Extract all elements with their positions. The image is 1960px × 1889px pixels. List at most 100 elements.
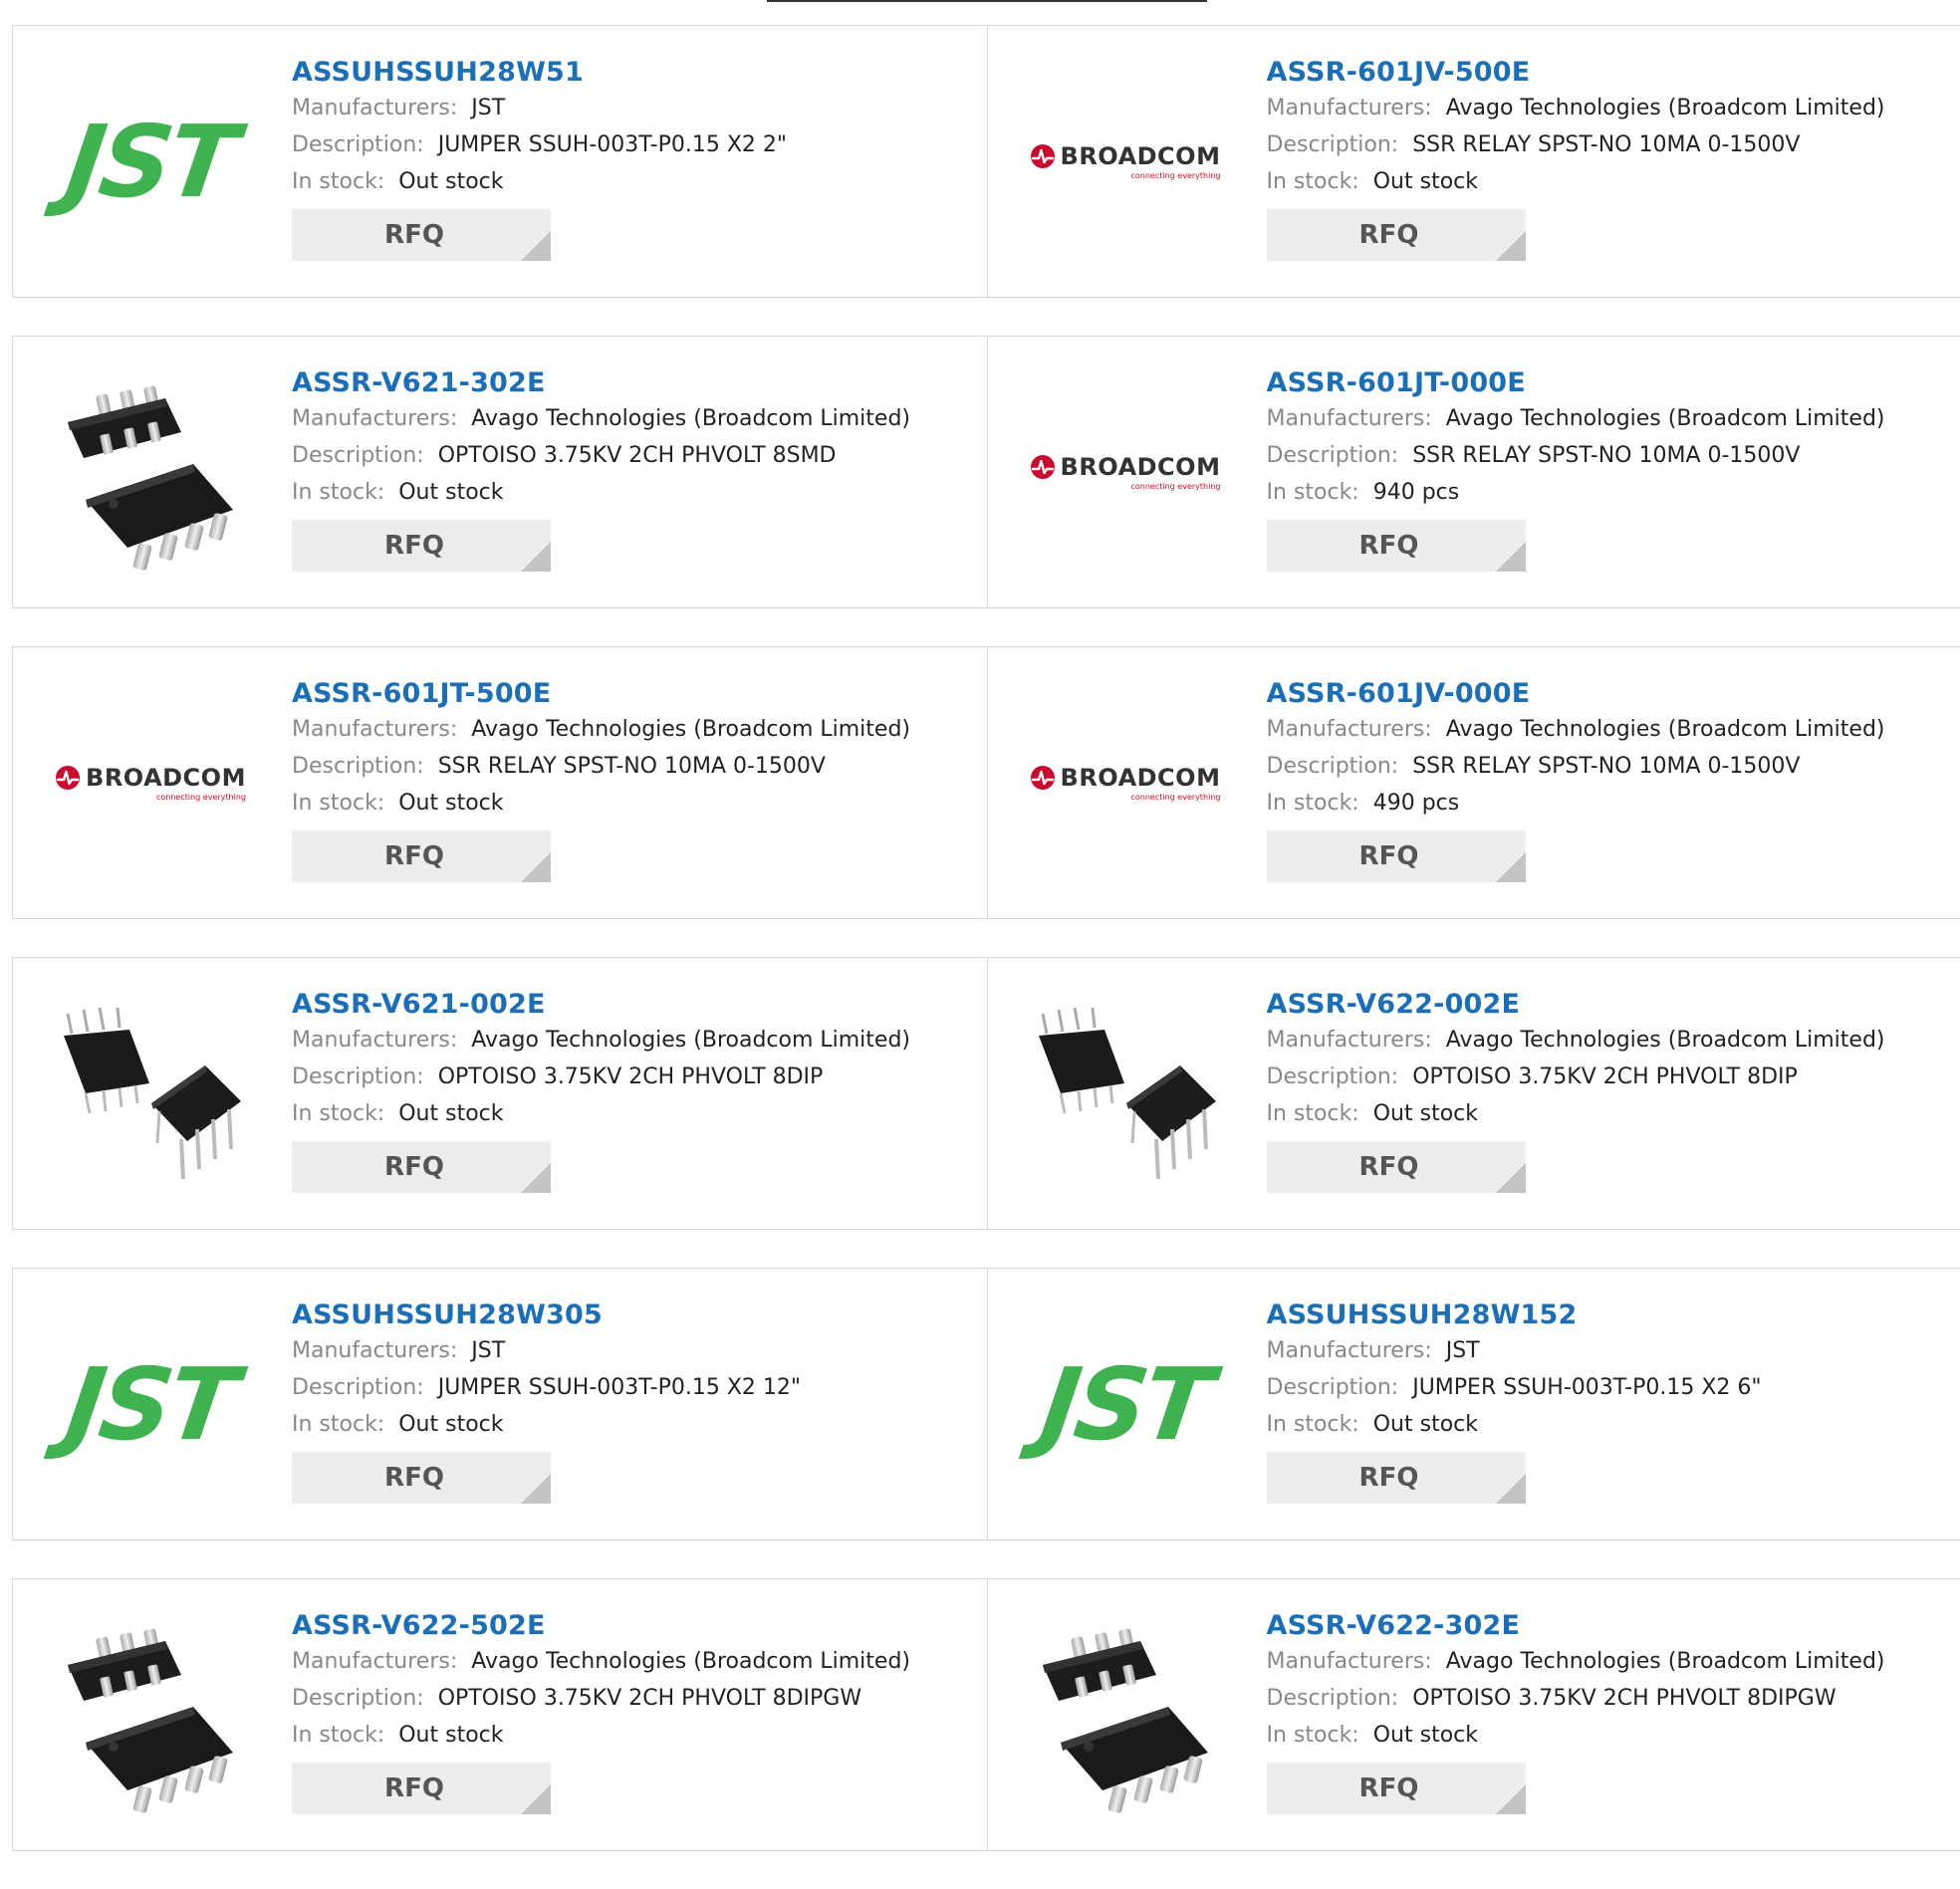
manufacturer-line: Manufacturers:Avago Technologies (Broadc… (1267, 1022, 1951, 1059)
product-image[interactable]: BROADCOM connecting everything (1026, 372, 1225, 572)
description-value: JUMPER SSUH-003T-P0.15 X2 2" (438, 132, 787, 157)
product-card: BROADCOM connecting everything ASSR-601J… (987, 647, 1960, 918)
rfq-button[interactable]: RFQ (1267, 209, 1526, 261)
description-label: Description: (292, 1686, 424, 1711)
manufacturer-line: Manufacturers:Avago Technologies (Broadc… (1267, 90, 1951, 126)
stock-label: In stock: (292, 480, 384, 505)
rfq-button[interactable]: RFQ (1267, 830, 1526, 882)
stock-label: In stock: (292, 1101, 384, 1126)
product-image[interactable] (51, 1615, 250, 1814)
product-image[interactable]: BROADCOM connecting everything (1026, 62, 1225, 261)
product-image[interactable] (1026, 1615, 1225, 1814)
manufacturer-line: Manufacturers:Avago Technologies (Broadc… (1267, 400, 1951, 437)
part-number-link[interactable]: ASSUHSSUH28W305 (292, 1299, 977, 1332)
product-info: ASSR-V621-302E Manufacturers:Avago Techn… (292, 366, 977, 572)
broadcom-tagline: connecting everything (1130, 171, 1220, 180)
corner-triangle-icon (1496, 542, 1526, 572)
part-number-link[interactable]: ASSUHSSUH28W152 (1267, 1299, 1951, 1332)
corner-triangle-icon (1496, 852, 1526, 882)
rfq-button[interactable]: RFQ (292, 1141, 551, 1193)
broadcom-logo: BROADCOM connecting everything (55, 764, 246, 802)
part-number-link[interactable]: ASSR-V622-502E (292, 1609, 977, 1643)
product-grid: JST ASSUHSSUH28W51 Manufacturers: JST Des… (12, 25, 1960, 1889)
product-image[interactable] (1026, 994, 1225, 1193)
rfq-button[interactable]: RFQ (292, 1763, 551, 1814)
part-number-link[interactable]: ASSR-601JV-000E (1267, 677, 1951, 711)
corner-triangle-icon (521, 542, 551, 572)
corner-triangle-icon (1496, 1474, 1526, 1504)
stock-label: In stock: (292, 1412, 384, 1437)
product-image[interactable]: BROADCOM connecting everything (51, 683, 250, 882)
rfq-button[interactable]: RFQ (292, 520, 551, 572)
part-number-link[interactable]: ASSR-601JT-500E (292, 677, 977, 711)
manufacturer-line: Manufacturers: JST (292, 90, 977, 126)
part-number-link[interactable]: ASSR-V622-302E (1267, 1609, 1951, 1643)
product-row: JST ASSUHSSUH28W51 Manufacturers: JST Des… (12, 25, 1960, 298)
product-image[interactable]: JST (51, 1304, 250, 1504)
rfq-button[interactable]: RFQ (1267, 520, 1526, 572)
rfq-label: RFQ (384, 1773, 444, 1803)
description-line: Description:OPTOISO 3.75KV 2CH PHVOLT 8D… (1267, 1680, 1951, 1717)
description-value: SSR RELAY SPST-NO 10MA 0-1500V (438, 754, 826, 779)
manufacturer-label: Manufacturers: (292, 96, 457, 120)
stock-line: In stock:Out stock (292, 1406, 977, 1443)
product-info: ASSR-601JV-000E Manufacturers:Avago Tech… (1267, 677, 1951, 882)
product-info: ASSR-601JT-000E Manufacturers:Avago Tech… (1267, 366, 1951, 572)
part-number-link[interactable]: ASSR-V622-002E (1267, 988, 1951, 1022)
manufacturer-label: Manufacturers: (292, 1028, 457, 1053)
manufacturer-value: JST (1446, 1338, 1480, 1363)
manufacturer-value: Avago Technologies (Broadcom Limited) (471, 1028, 910, 1053)
jst-logo: JST (60, 104, 241, 220)
manufacturer-label: Manufacturers: (1267, 1649, 1432, 1674)
stock-value: Out stock (1373, 1101, 1478, 1126)
description-label: Description: (1267, 132, 1399, 157)
rfq-button[interactable]: RFQ (1267, 1763, 1526, 1814)
broadcom-pulse-icon (55, 765, 81, 791)
description-label: Description: (292, 1064, 424, 1089)
description-value: SSR RELAY SPST-NO 10MA 0-1500V (1412, 443, 1800, 468)
stock-value: Out stock (398, 169, 503, 194)
description-line: Description:OPTOISO 3.75KV 2CH PHVOLT 8S… (292, 437, 977, 474)
stock-label: In stock: (1267, 1412, 1359, 1437)
rfq-button[interactable]: RFQ (1267, 1141, 1526, 1193)
rfq-button[interactable]: RFQ (292, 830, 551, 882)
part-number-link[interactable]: ASSR-601JT-000E (1267, 366, 1951, 400)
description-line: Description:JUMPER SSUH-003T-P0.15 X2 12… (292, 1369, 977, 1406)
stock-line: In stock:Out stock (292, 785, 977, 822)
rfq-label: RFQ (384, 1463, 444, 1493)
product-image[interactable]: JST (51, 62, 250, 261)
description-label: Description: (1267, 1686, 1399, 1711)
smd-chip-icon (1031, 1615, 1220, 1814)
product-image[interactable] (51, 372, 250, 572)
broadcom-pulse-icon (1030, 454, 1056, 480)
stock-value: Out stock (398, 1101, 503, 1126)
manufacturer-line: Manufacturers:Avago Technologies (Broadc… (292, 1643, 977, 1680)
stock-label: In stock: (1267, 1101, 1359, 1126)
part-number-link[interactable]: ASSUHSSUH28W51 (292, 56, 977, 90)
rfq-label: RFQ (1359, 220, 1419, 250)
rfq-button[interactable]: RFQ (292, 1452, 551, 1504)
stock-value: Out stock (1373, 169, 1478, 194)
product-image[interactable]: JST (1026, 1304, 1225, 1504)
product-card: BROADCOM connecting everything ASSR-601J… (13, 647, 987, 918)
part-number-link[interactable]: ASSR-V621-302E (292, 366, 977, 400)
product-info: ASSR-V622-002E Manufacturers:Avago Techn… (1267, 988, 1951, 1193)
product-image[interactable] (51, 994, 250, 1193)
part-number-link[interactable]: ASSR-V621-002E (292, 988, 977, 1022)
manufacturer-line: Manufacturers:Avago Technologies (Broadc… (1267, 1643, 1951, 1680)
description-line: Description:SSR RELAY SPST-NO 10MA 0-150… (1267, 748, 1951, 785)
broadcom-tagline: connecting everything (1130, 482, 1220, 491)
manufacturer-label: Manufacturers: (1267, 717, 1432, 742)
manufacturer-label: Manufacturers: (292, 1649, 457, 1674)
rfq-button[interactable]: RFQ (292, 209, 551, 261)
part-number-link[interactable]: ASSR-601JV-500E (1267, 56, 1951, 90)
manufacturer-value: Avago Technologies (Broadcom Limited) (1446, 1028, 1885, 1053)
description-value: SSR RELAY SPST-NO 10MA 0-1500V (1412, 132, 1800, 157)
rfq-button[interactable]: RFQ (1267, 1452, 1526, 1504)
broadcom-logo: BROADCOM connecting everything (1030, 142, 1221, 180)
broadcom-logo: BROADCOM connecting everything (1030, 453, 1221, 491)
product-image[interactable]: BROADCOM connecting everything (1026, 683, 1225, 882)
stock-label: In stock: (1267, 480, 1359, 505)
manufacturer-value: JST (471, 96, 505, 120)
product-info: ASSUHSSUH28W51 Manufacturers:JST Descrip… (292, 56, 977, 261)
